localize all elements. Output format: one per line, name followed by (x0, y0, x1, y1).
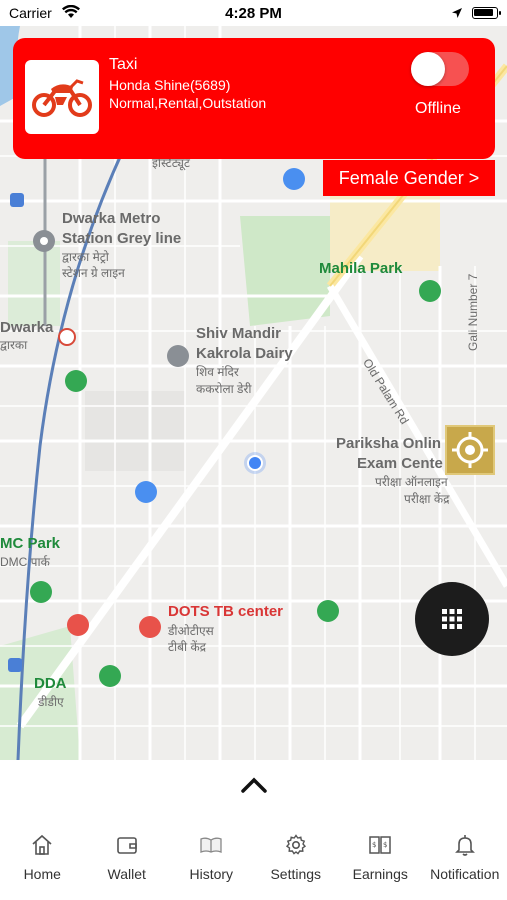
tab-label: History (189, 866, 234, 882)
book-icon (200, 837, 222, 853)
bottom-tab-bar: Home Wallet History Settings $ $ Earnings… (0, 815, 507, 900)
clock: 4:28 PM (225, 5, 282, 22)
tab-earnings[interactable]: $ $ Earnings (338, 815, 423, 900)
map-label: Shiv Mandir (196, 325, 282, 342)
bottom-sheet-handle[interactable] (0, 760, 507, 810)
map-label: Exam Cente (357, 455, 443, 472)
tab-label: Wallet (107, 866, 146, 882)
earnings-icon: $ $ (369, 836, 391, 854)
map-label: Pariksha Onlin (336, 435, 442, 452)
map-label: Station Grey line (62, 230, 182, 247)
map-label: MC Park (0, 535, 61, 552)
chevron-up-icon (240, 777, 267, 793)
map-label: परीक्षा ऑनलाइन (375, 475, 448, 489)
gear-icon (285, 834, 306, 855)
tab-label: Home (23, 866, 61, 882)
tab-label: Notification (430, 866, 500, 882)
tab-notification[interactable]: Notification (423, 815, 507, 900)
map-label: टीबी केंद्र (168, 640, 207, 654)
map-label: डीओटीएस (168, 624, 214, 638)
crosshair-icon (452, 432, 488, 468)
vehicle-name: Honda Shine(5689) (109, 77, 231, 93)
svg-text:$: $ (372, 841, 376, 849)
map-label: द्वारका (0, 338, 28, 352)
availability-status: Offline (415, 100, 461, 117)
vehicle-thumbnail (25, 60, 99, 134)
menu-grid-button[interactable] (415, 582, 489, 656)
battery-icon (472, 7, 501, 19)
recenter-button[interactable] (445, 425, 495, 475)
home-icon (32, 834, 52, 855)
ride-categories: Normal,Rental,Outstation (109, 95, 267, 111)
current-location-marker (244, 452, 266, 474)
map-label: Gali Number 7 (466, 273, 480, 351)
tab-label: Earnings (352, 866, 408, 882)
online-toggle[interactable] (411, 52, 445, 86)
map-label: Mahila Park (319, 260, 403, 277)
map-label: परीक्षा केंद्र (404, 492, 450, 506)
svg-text:$: $ (383, 841, 387, 849)
map-label: ककरोला डेरी (196, 382, 252, 396)
status-bar: Carrier 4:28 PM (0, 0, 507, 26)
tab-wallet[interactable]: Wallet (85, 815, 170, 900)
female-gender-button[interactable]: Female Gender > (323, 160, 495, 196)
map-label: DOTS TB center (168, 603, 284, 620)
wallet-icon (116, 837, 137, 854)
map-label: Dwarka Metro (62, 210, 161, 227)
bell-icon (454, 835, 475, 856)
map-label: Dwarka (0, 319, 54, 336)
map-label: डीडीए (38, 695, 64, 709)
location-arrow-icon (451, 6, 463, 22)
tab-settings[interactable]: Settings (254, 815, 339, 900)
service-type: Taxi (109, 56, 138, 73)
motorbike-icon (32, 79, 92, 117)
map-label: द्वारका मेट्रो (62, 250, 109, 264)
map-label: DMC पार्क (0, 555, 50, 569)
tab-label: Settings (270, 866, 322, 882)
map-label: DDA (34, 675, 67, 692)
driver-status-card: Taxi Honda Shine(5689) Normal,Rental,Out… (13, 38, 495, 159)
map-label: Kakrola Dairy (196, 345, 293, 362)
grid-icon (442, 609, 462, 629)
map-label: स्टेशन ग्रे लाइन (62, 266, 125, 280)
tab-home[interactable]: Home (0, 815, 85, 900)
tab-history[interactable]: History (169, 815, 254, 900)
map-label: शिव मंदिर (196, 365, 239, 379)
